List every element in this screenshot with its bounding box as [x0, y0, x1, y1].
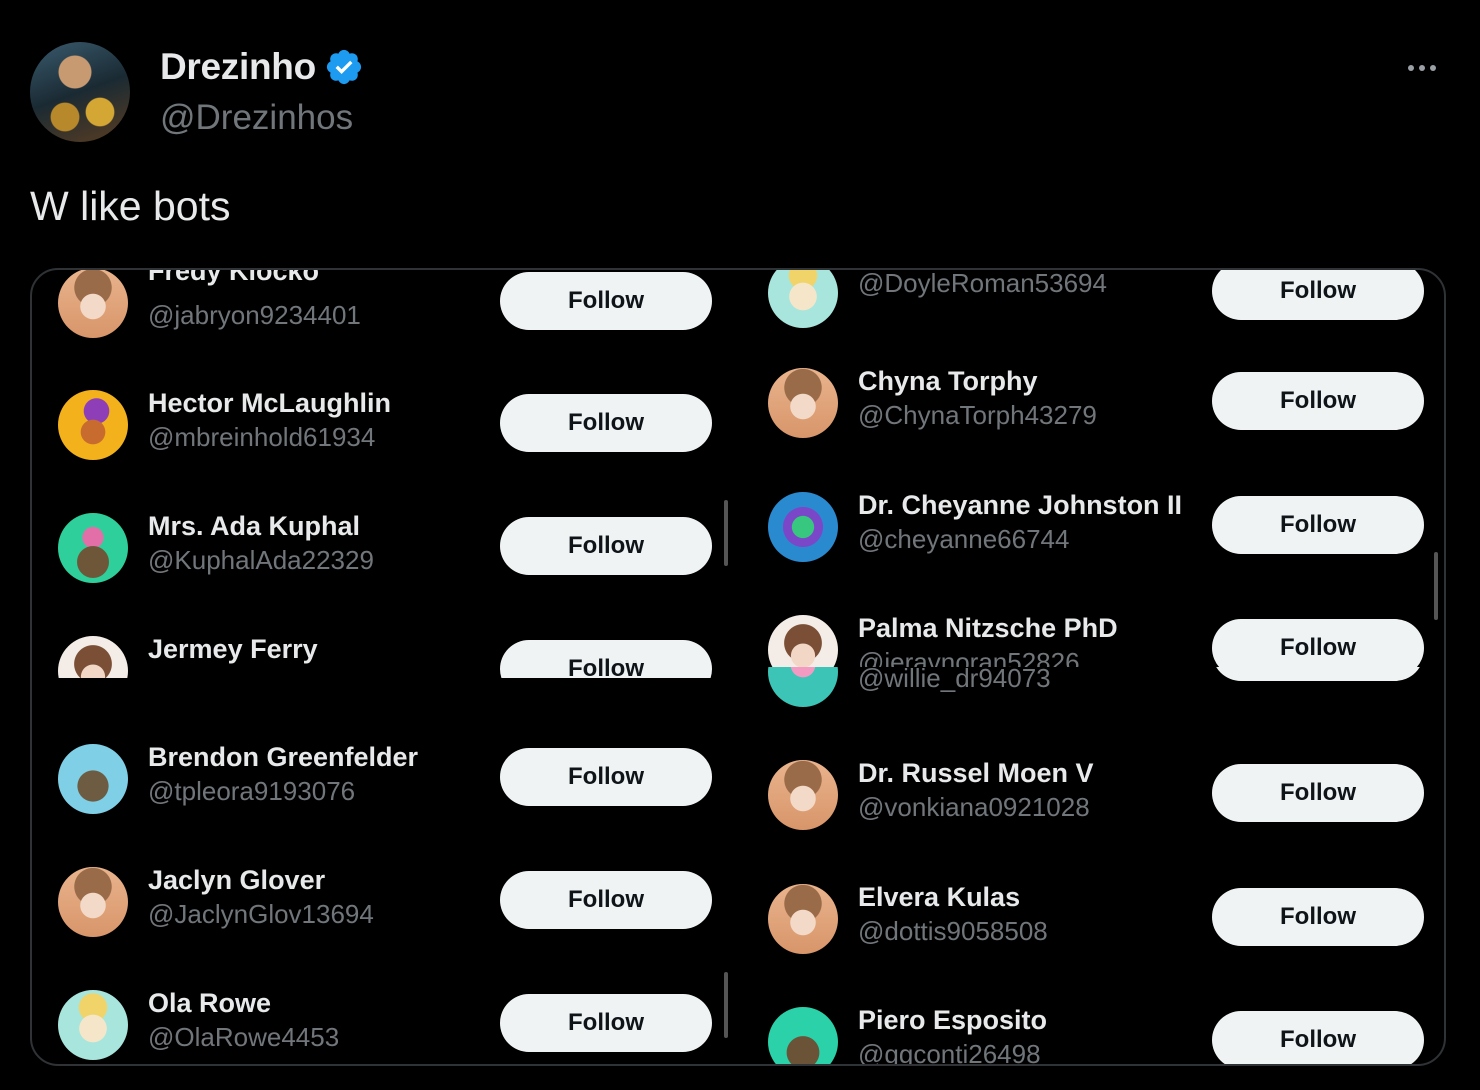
- user-handle: @OlaRowe4453: [148, 1022, 340, 1052]
- user-avatar[interactable]: [768, 368, 838, 438]
- list-item: @DoyleRoman53694 Follow: [742, 268, 1444, 332]
- scrollbar[interactable]: [724, 500, 728, 566]
- list-item: Fredy Klocko @jabryon9234401 Follow: [32, 268, 732, 342]
- tweet-text: W like bots: [30, 183, 231, 229]
- user-name: Dr. Russel Moen V: [858, 758, 1094, 788]
- user-handle: @willie_dr94073: [858, 667, 1051, 693]
- user-name: Jaclyn Glover: [148, 865, 326, 895]
- user-avatar[interactable]: [58, 636, 128, 678]
- follow-button[interactable]: Follow: [500, 394, 712, 452]
- tweet-view: Drezinho @Drezinhos W like bots Fredy Kl…: [0, 0, 1480, 1090]
- user-avatar[interactable]: [768, 760, 838, 830]
- follow-button[interactable]: Follow: [1212, 619, 1424, 667]
- user-avatar[interactable]: [58, 990, 128, 1060]
- list-item: Brendon Greenfelder @tpleora9193076 Foll…: [32, 738, 732, 818]
- user-name: Piero Esposito: [858, 1005, 1048, 1035]
- user-handle: @dottis9058508: [858, 916, 1048, 946]
- follow-button[interactable]: Follow: [1212, 496, 1424, 554]
- user-handle: @ieravnoran52826: [858, 647, 1080, 667]
- user-name: Hector McLaughlin: [148, 388, 392, 418]
- follow-button-cut[interactable]: [1212, 667, 1424, 681]
- user-avatar[interactable]: [58, 270, 128, 338]
- more-options-icon[interactable]: [1400, 50, 1444, 86]
- user-name: Jermey Ferry: [148, 634, 318, 664]
- list-item: Ola Rowe @OlaRowe4453 Follow: [32, 984, 732, 1064]
- user-name: Elvera Kulas: [858, 882, 1021, 912]
- list-item: Dr. Cheyanne Johnston II @cheyanne66744 …: [742, 486, 1444, 566]
- follow-button[interactable]: Follow: [1212, 888, 1424, 946]
- list-item: Palma Nitzsche PhD @ieravnoran52826 Foll…: [742, 609, 1444, 667]
- follow-button[interactable]: Follow: [500, 748, 712, 806]
- user-name: Dr. Cheyanne Johnston II: [858, 490, 1183, 520]
- user-name: Palma Nitzsche PhD: [858, 613, 1118, 643]
- follow-button[interactable]: Follow: [500, 517, 712, 575]
- user-avatar[interactable]: [768, 1007, 838, 1064]
- user-handle: @mbreinhold61934: [148, 422, 376, 452]
- follow-button[interactable]: Follow: [500, 871, 712, 929]
- user-avatar[interactable]: [58, 867, 128, 937]
- user-avatar[interactable]: [768, 615, 838, 667]
- scrollbar[interactable]: [724, 972, 728, 1038]
- follow-button[interactable]: Follow: [1212, 270, 1424, 320]
- user-name: Fredy Klocko: [148, 268, 320, 286]
- user-avatar[interactable]: [58, 744, 128, 814]
- follow-button[interactable]: Follow: [500, 272, 712, 330]
- follow-button[interactable]: Follow: [1212, 764, 1424, 822]
- author-name[interactable]: Drezinho: [160, 46, 316, 88]
- list-item: Dr. Russel Moen V @vonkiana0921028 Follo…: [742, 754, 1444, 834]
- left-suggestion-column: Fredy Klocko @jabryon9234401 Follow Hect…: [32, 270, 732, 1064]
- list-item: Hector McLaughlin @mbreinhold61934 Follo…: [32, 384, 732, 464]
- list-item: Elvera Kulas @dottis9058508 Follow: [742, 878, 1444, 958]
- user-avatar[interactable]: [768, 667, 838, 707]
- user-avatar[interactable]: [58, 390, 128, 460]
- user-handle: @ChynaTorph43279: [858, 400, 1097, 430]
- verified-badge-icon: [326, 49, 361, 85]
- user-handle: @ggconti26498: [858, 1039, 1041, 1066]
- user-name: Mrs. Ada Kuphal: [148, 511, 361, 541]
- user-name: Brendon Greenfelder: [148, 742, 419, 772]
- user-avatar[interactable]: [768, 270, 838, 328]
- user-handle: @jabryon9234401: [148, 300, 361, 330]
- user-name: Chyna Torphy: [858, 366, 1038, 396]
- user-handle: @KuphalAda22329: [148, 545, 374, 575]
- list-item: Jermey Ferry Follow: [32, 630, 732, 678]
- author-handle[interactable]: @Drezinhos: [160, 98, 353, 138]
- list-item: Mrs. Ada Kuphal @KuphalAda22329 Follow: [32, 507, 732, 587]
- list-item: Piero Esposito @ggconti26498 Follow: [742, 1001, 1444, 1066]
- scrollbar[interactable]: [1434, 552, 1438, 620]
- user-handle: @DoyleRoman53694: [858, 268, 1107, 298]
- follow-button[interactable]: Follow: [1212, 372, 1424, 430]
- user-avatar[interactable]: [58, 513, 128, 583]
- tweet-media-image[interactable]: Fredy Klocko @jabryon9234401 Follow Hect…: [30, 268, 1446, 1066]
- author-name-row[interactable]: Drezinho: [160, 46, 364, 88]
- list-item: Chyna Torphy @ChynaTorph43279 Follow: [742, 362, 1444, 442]
- follow-button[interactable]: Follow: [1212, 1011, 1424, 1064]
- follow-button[interactable]: Follow: [500, 994, 712, 1052]
- user-handle: @JaclynGlov13694: [148, 899, 374, 929]
- user-handle: @tpleora9193076: [148, 776, 356, 806]
- list-item: Jaclyn Glover @JaclynGlov13694 Follow: [32, 861, 732, 941]
- list-item: @willie_dr94073: [742, 667, 1444, 707]
- author-avatar[interactable]: [30, 42, 130, 142]
- user-handle: @vonkiana0921028: [858, 792, 1090, 822]
- user-handle: @cheyanne66744: [858, 524, 1070, 554]
- user-avatar[interactable]: [768, 884, 838, 954]
- right-suggestion-column: @DoyleRoman53694 Follow Chyna Torphy @Ch…: [742, 268, 1444, 1066]
- user-avatar[interactable]: [768, 492, 838, 562]
- follow-button[interactable]: Follow: [500, 640, 712, 678]
- user-name: Ola Rowe: [148, 988, 272, 1018]
